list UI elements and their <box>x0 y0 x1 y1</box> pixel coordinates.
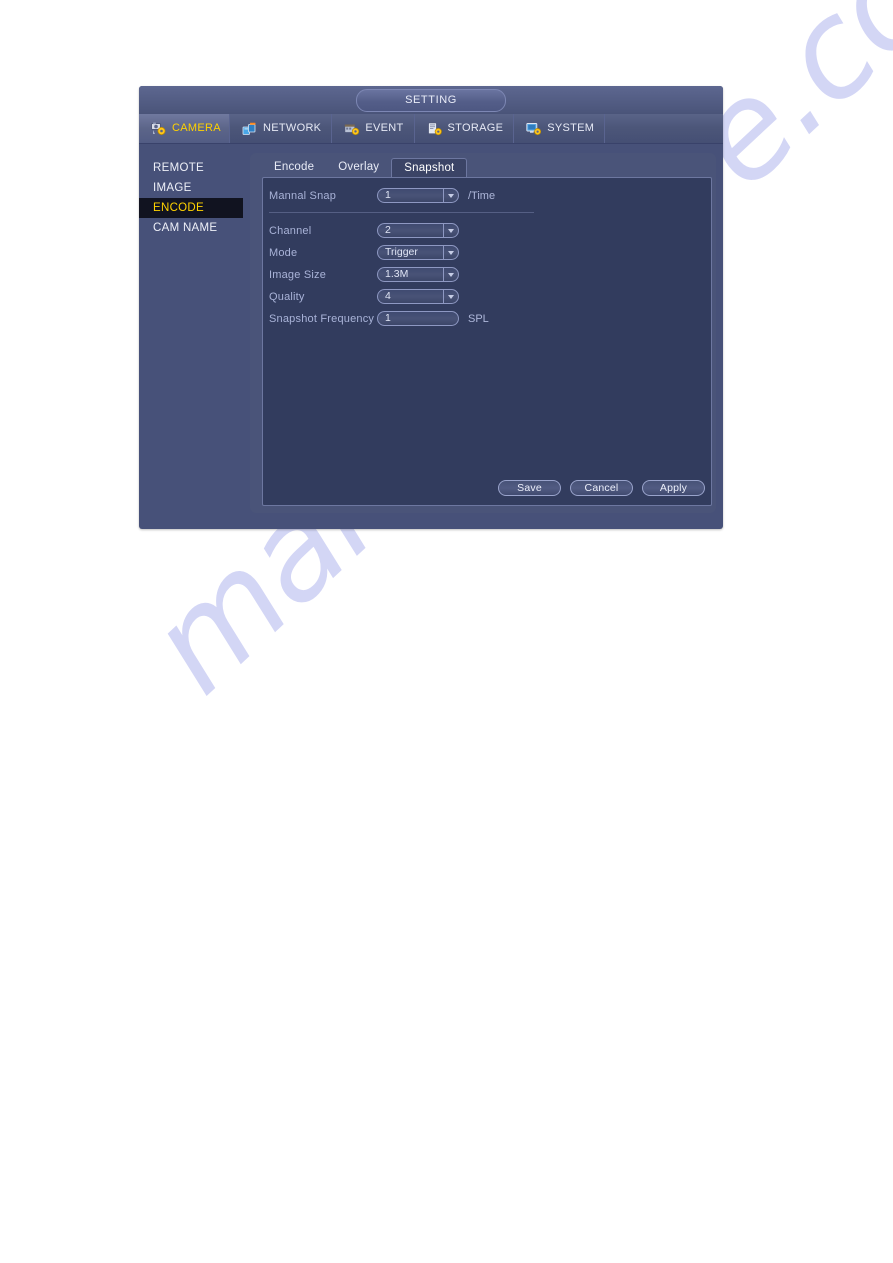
chevron-down-icon[interactable] <box>443 290 458 303</box>
form-row-manual-snap: Mannal Snap 1 /Time <box>269 185 705 206</box>
quality-select[interactable]: 4 <box>377 289 459 304</box>
network-icon <box>242 122 258 136</box>
sidebar: REMOTE IMAGE ENCODE CAM NAME <box>139 143 243 529</box>
content-card: Encode Overlay Snapshot Mannal Snap 1 /T… <box>250 153 716 513</box>
camera-gear-icon <box>151 122 167 136</box>
save-button[interactable]: Save <box>498 480 561 496</box>
form-row-channel: Channel 2 <box>269 220 705 241</box>
chevron-down-icon[interactable] <box>443 224 458 237</box>
quality-value: 4 <box>385 290 391 302</box>
snapshot-frequency-suffix: SPL <box>468 312 489 325</box>
form-row-snapshot-frequency: Snapshot Frequency 1 SPL <box>269 308 705 329</box>
event-gear-icon <box>344 122 360 136</box>
form-row-image-size: Image Size 1.3M <box>269 264 705 285</box>
mode-value: Trigger <box>385 246 418 258</box>
content-tabs: Encode Overlay Snapshot <box>262 158 468 177</box>
image-size-label: Image Size <box>269 268 327 281</box>
page-title: SETTING <box>356 89 506 112</box>
nav-item-storage[interactable]: STORAGE <box>415 114 515 143</box>
apply-button[interactable]: Apply <box>642 480 705 496</box>
manual-snap-select[interactable]: 1 <box>377 188 459 203</box>
channel-select[interactable]: 2 <box>377 223 459 238</box>
mode-label: Mode <box>269 246 298 259</box>
snapshot-frequency-label: Snapshot Frequency <box>269 312 375 325</box>
mode-select[interactable]: Trigger <box>377 245 459 260</box>
nav-item-network[interactable]: NETWORK <box>230 114 333 143</box>
form-row-mode: Mode Trigger <box>269 242 705 263</box>
nav-item-label: EVENT <box>365 122 404 134</box>
nav-item-label: CAMERA <box>172 122 221 134</box>
chevron-down-icon[interactable] <box>443 268 458 281</box>
window-title-bar: SETTING <box>139 86 723 115</box>
storage-gear-icon <box>427 121 443 136</box>
channel-label: Channel <box>269 224 312 237</box>
main-content: Encode Overlay Snapshot Mannal Snap 1 /T… <box>243 143 723 529</box>
system-gear-icon <box>526 122 542 136</box>
manual-snap-suffix: /Time <box>468 189 496 202</box>
snapshot-form: Mannal Snap 1 /Time Channel 2 Mode Trigg… <box>269 185 705 330</box>
nav-item-label: STORAGE <box>447 122 504 134</box>
snapshot-panel: Mannal Snap 1 /Time Channel 2 Mode Trigg… <box>262 177 712 506</box>
snapshot-frequency-input[interactable]: 1 <box>377 311 459 326</box>
chevron-down-icon[interactable] <box>443 246 458 259</box>
nav-item-label: SYSTEM <box>547 122 595 134</box>
nav-item-camera[interactable]: CAMERA <box>139 114 230 143</box>
sidebar-item-cam-name[interactable]: CAM NAME <box>139 218 243 238</box>
image-size-select[interactable]: 1.3M <box>377 267 459 282</box>
sidebar-item-encode[interactable]: ENCODE <box>139 198 243 218</box>
snapshot-frequency-value: 1 <box>385 312 391 324</box>
manual-snap-value: 1 <box>385 189 391 201</box>
nav-item-label: NETWORK <box>263 122 322 134</box>
sidebar-item-image[interactable]: IMAGE <box>139 178 243 198</box>
channel-value: 2 <box>385 224 391 236</box>
chevron-down-icon[interactable] <box>443 189 458 202</box>
tab-encode[interactable]: Encode <box>262 158 326 177</box>
manual-snap-label: Mannal Snap <box>269 189 337 202</box>
form-row-quality: Quality 4 <box>269 286 705 307</box>
form-divider <box>269 212 534 213</box>
panel-actions: Save Cancel Apply <box>498 480 705 496</box>
image-size-value: 1.3M <box>385 268 409 280</box>
tab-overlay[interactable]: Overlay <box>326 158 391 177</box>
tab-snapshot[interactable]: Snapshot <box>391 158 468 177</box>
nav-item-event[interactable]: EVENT <box>332 114 415 143</box>
setting-window: SETTING CAMERA NETWORK EVENT STORAGE SYS… <box>139 86 723 529</box>
nav-item-system[interactable]: SYSTEM <box>514 114 606 143</box>
sidebar-item-remote[interactable]: REMOTE <box>139 158 243 178</box>
main-nav: CAMERA NETWORK EVENT STORAGE SYSTEM <box>139 114 723 144</box>
cancel-button[interactable]: Cancel <box>570 480 633 496</box>
window-body: REMOTE IMAGE ENCODE CAM NAME Encode Over… <box>139 143 723 529</box>
quality-label: Quality <box>269 290 305 303</box>
